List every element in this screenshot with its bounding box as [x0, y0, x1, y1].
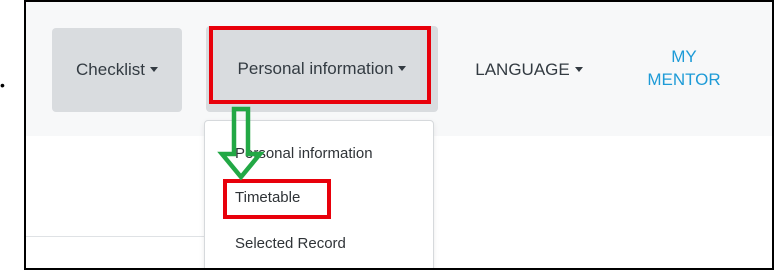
chevron-down-icon	[574, 66, 583, 72]
dropdown-item-personal-information[interactable]: Personal information	[235, 145, 373, 162]
checklist-dropdown-button[interactable]: Checklist	[52, 28, 182, 112]
checklist-label: Checklist	[76, 60, 145, 79]
chevron-down-icon	[149, 66, 158, 72]
dropdown-item-timetable[interactable]: Timetable	[235, 189, 300, 206]
top-navbar: Checklist Personal information LANGUAGE …	[26, 2, 772, 136]
my-mentor-link[interactable]: MY MENTOR	[624, 36, 744, 100]
personal-information-dropdown-button[interactable]: Personal information	[206, 26, 438, 112]
dropdown-item-selected-record[interactable]: Selected Record	[235, 235, 346, 252]
screenshot-canvas: • Checklist Personal information LANGUAG…	[0, 0, 776, 272]
chevron-down-icon	[398, 65, 407, 71]
my-mentor-line-1: MY	[671, 47, 697, 66]
screenshot-frame: Checklist Personal information LANGUAGE …	[24, 0, 774, 270]
content-divider	[26, 236, 204, 237]
language-label: LANGUAGE	[475, 60, 570, 79]
personal-information-dropdown-menu: Personal information Timetable Selected …	[204, 120, 434, 268]
my-mentor-line-2: MENTOR	[647, 70, 721, 89]
personal-information-label: Personal information	[237, 59, 394, 78]
bullet-point: •	[0, 77, 5, 93]
language-dropdown-button[interactable]: LANGUAGE	[454, 28, 604, 112]
